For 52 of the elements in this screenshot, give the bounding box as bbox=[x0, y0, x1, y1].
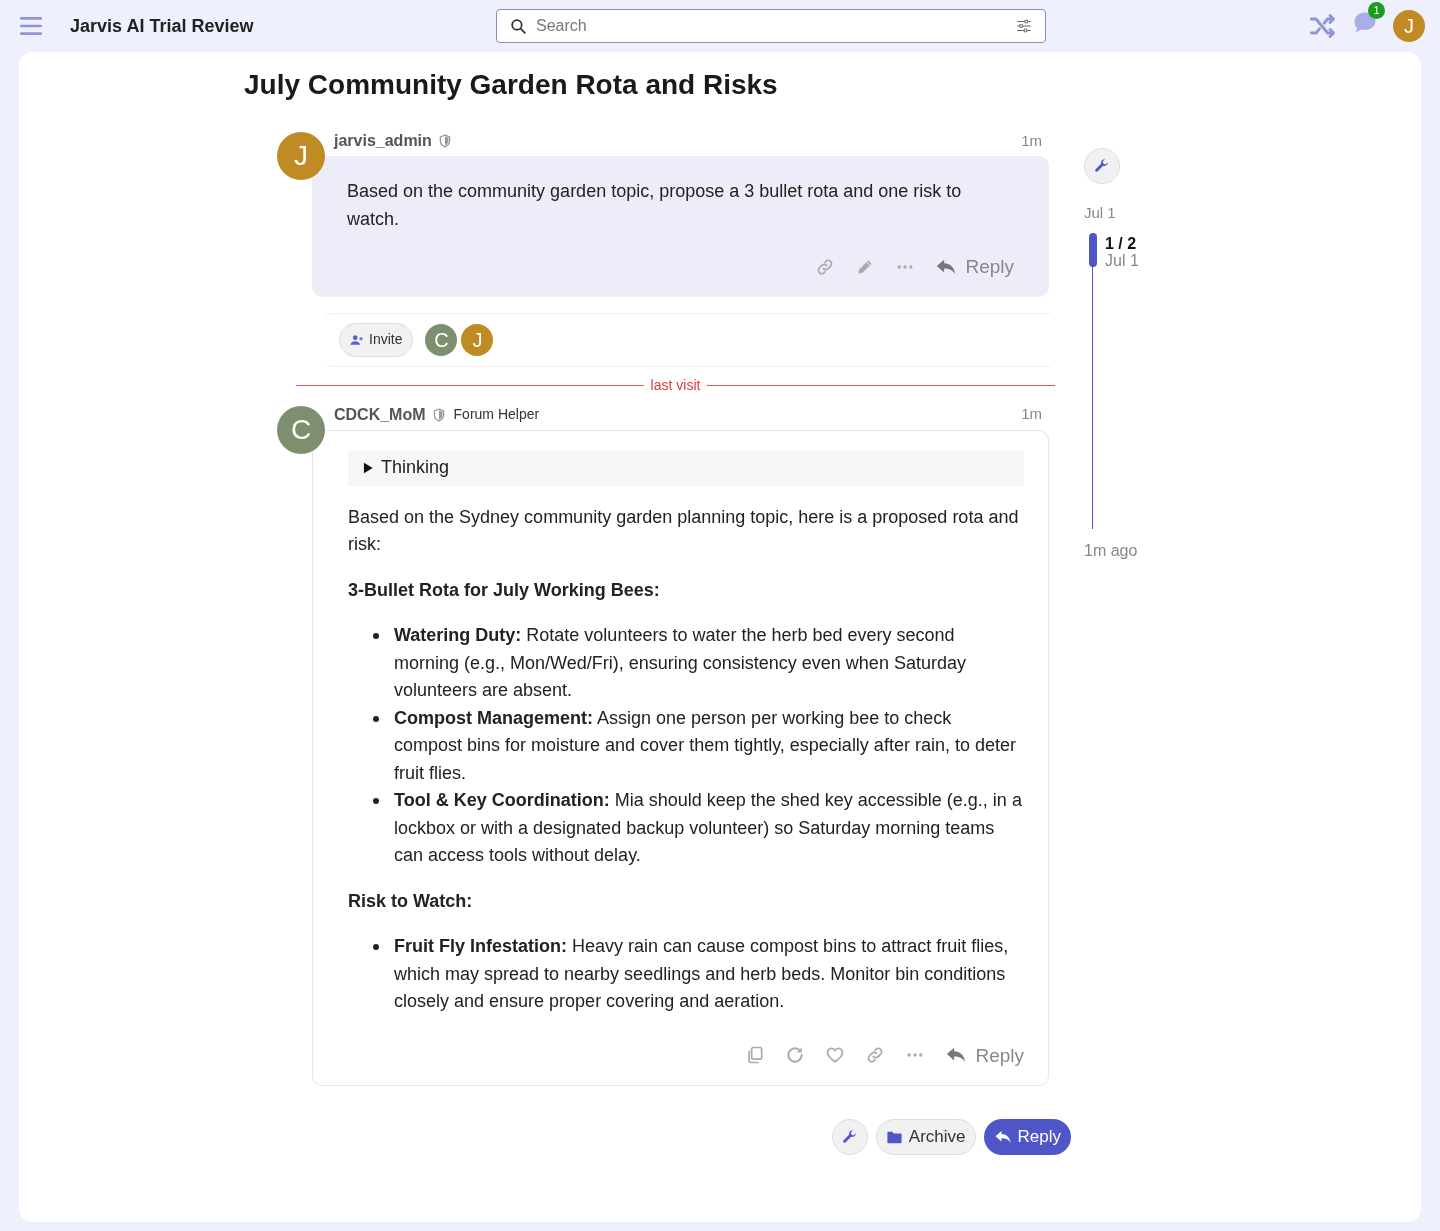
list-item-text: Watering Duty: Rotate volunteers to water the herb bed every second morning (e.g., Mon/Wed/Fri), ensuring consistency even when Saturday volunteers are absent. bbox=[394, 625, 966, 700]
archive-button[interactable]: Archive bbox=[875, 1119, 976, 1155]
timeline-end-date[interactable]: 1m ago bbox=[1084, 538, 1194, 563]
post-text: Based on the Sydney community garden planning topic, here is a proposed rota and risk: bbox=[348, 505, 1020, 556]
bullet-icon bbox=[373, 715, 379, 722]
timeline-handle[interactable] bbox=[1089, 232, 1097, 267]
thinking-toggle[interactable]: Thinking bbox=[348, 450, 1024, 486]
user-avatar[interactable]: J bbox=[461, 323, 494, 356]
bullet-icon bbox=[373, 633, 379, 639]
username[interactable]: jarvis_admin bbox=[334, 129, 432, 153]
reply-button[interactable]: Reply bbox=[983, 1119, 1071, 1155]
shield-icon bbox=[437, 134, 452, 148]
wrench-icon bbox=[840, 1128, 859, 1146]
topic-title: July Community Garden Rota and Risks bbox=[244, 68, 779, 102]
add-user-icon bbox=[350, 332, 364, 347]
filter-icon[interactable] bbox=[1015, 17, 1033, 35]
username[interactable]: CDCK_MoM bbox=[334, 402, 426, 427]
post-position: 1 / 2 bbox=[1105, 234, 1138, 252]
triangle-icon bbox=[361, 461, 375, 475]
wrench-icon bbox=[1093, 157, 1111, 175]
user-avatar[interactable]: C bbox=[277, 405, 325, 454]
user-avatar[interactable]: J bbox=[277, 132, 325, 180]
post-time[interactable]: 1m bbox=[1021, 403, 1042, 426]
site-title[interactable]: Jarvis AI Trial Review bbox=[70, 12, 496, 40]
bullet-icon bbox=[373, 798, 379, 804]
user-title: Forum Helper bbox=[453, 405, 540, 424]
user-avatar[interactable]: C bbox=[425, 323, 458, 356]
section-heading: Risk to Watch: bbox=[348, 889, 474, 913]
search-field[interactable]: Search bbox=[496, 9, 1046, 43]
list-item-text: Compost Management: Assign one person per working bee to check compost bins for moisture and cover them tightly, especially after rain, to deter fruit flies. bbox=[394, 707, 1016, 783]
admin-button[interactable] bbox=[1084, 148, 1120, 184]
reply-button[interactable]: Reply bbox=[935, 253, 1014, 281]
list-item-text: Tool & Key Coordination: Mia should keep the shed key accessible (e.g., in a lockbox or with a designated backup volunteer) so Saturday morning teams can access tools without delay. bbox=[394, 790, 1022, 865]
admin-button[interactable] bbox=[831, 1119, 868, 1155]
user-avatar[interactable]: J bbox=[1393, 10, 1425, 42]
last-visit-label: last visit bbox=[650, 375, 701, 395]
post-date: Jul 1 bbox=[1105, 251, 1139, 269]
timeline-start-date[interactable]: Jul 1 bbox=[1084, 202, 1194, 225]
section-heading: 3-Bullet Rota for July Working Bees: bbox=[348, 578, 661, 602]
invite-button[interactable]: Invite bbox=[339, 322, 414, 357]
copy-icon[interactable] bbox=[745, 1045, 766, 1066]
shuffle-icon[interactable] bbox=[1309, 12, 1337, 40]
post-text: Based on the community garden topic, propose a 3 bullet rota and one risk to watch. bbox=[347, 180, 963, 231]
search-input[interactable]: Search bbox=[536, 14, 1007, 38]
list-item-text: Fruit Fly Infestation: Heavy rain can cause compost bins to attract fruit flies, which may spread to nearby seedlings and herb beds. Monitor bin conditions closely and ensure proper covering and aeration. bbox=[394, 936, 1009, 1011]
bullet-icon bbox=[373, 944, 379, 950]
notification-badge: 1 bbox=[1368, 1, 1385, 19]
shield-icon bbox=[431, 407, 446, 422]
post-time[interactable]: 1m bbox=[1021, 129, 1042, 153]
retry-icon[interactable] bbox=[785, 1045, 806, 1066]
search-icon bbox=[509, 16, 528, 36]
reply-button[interactable]: Reply bbox=[945, 1041, 1024, 1069]
